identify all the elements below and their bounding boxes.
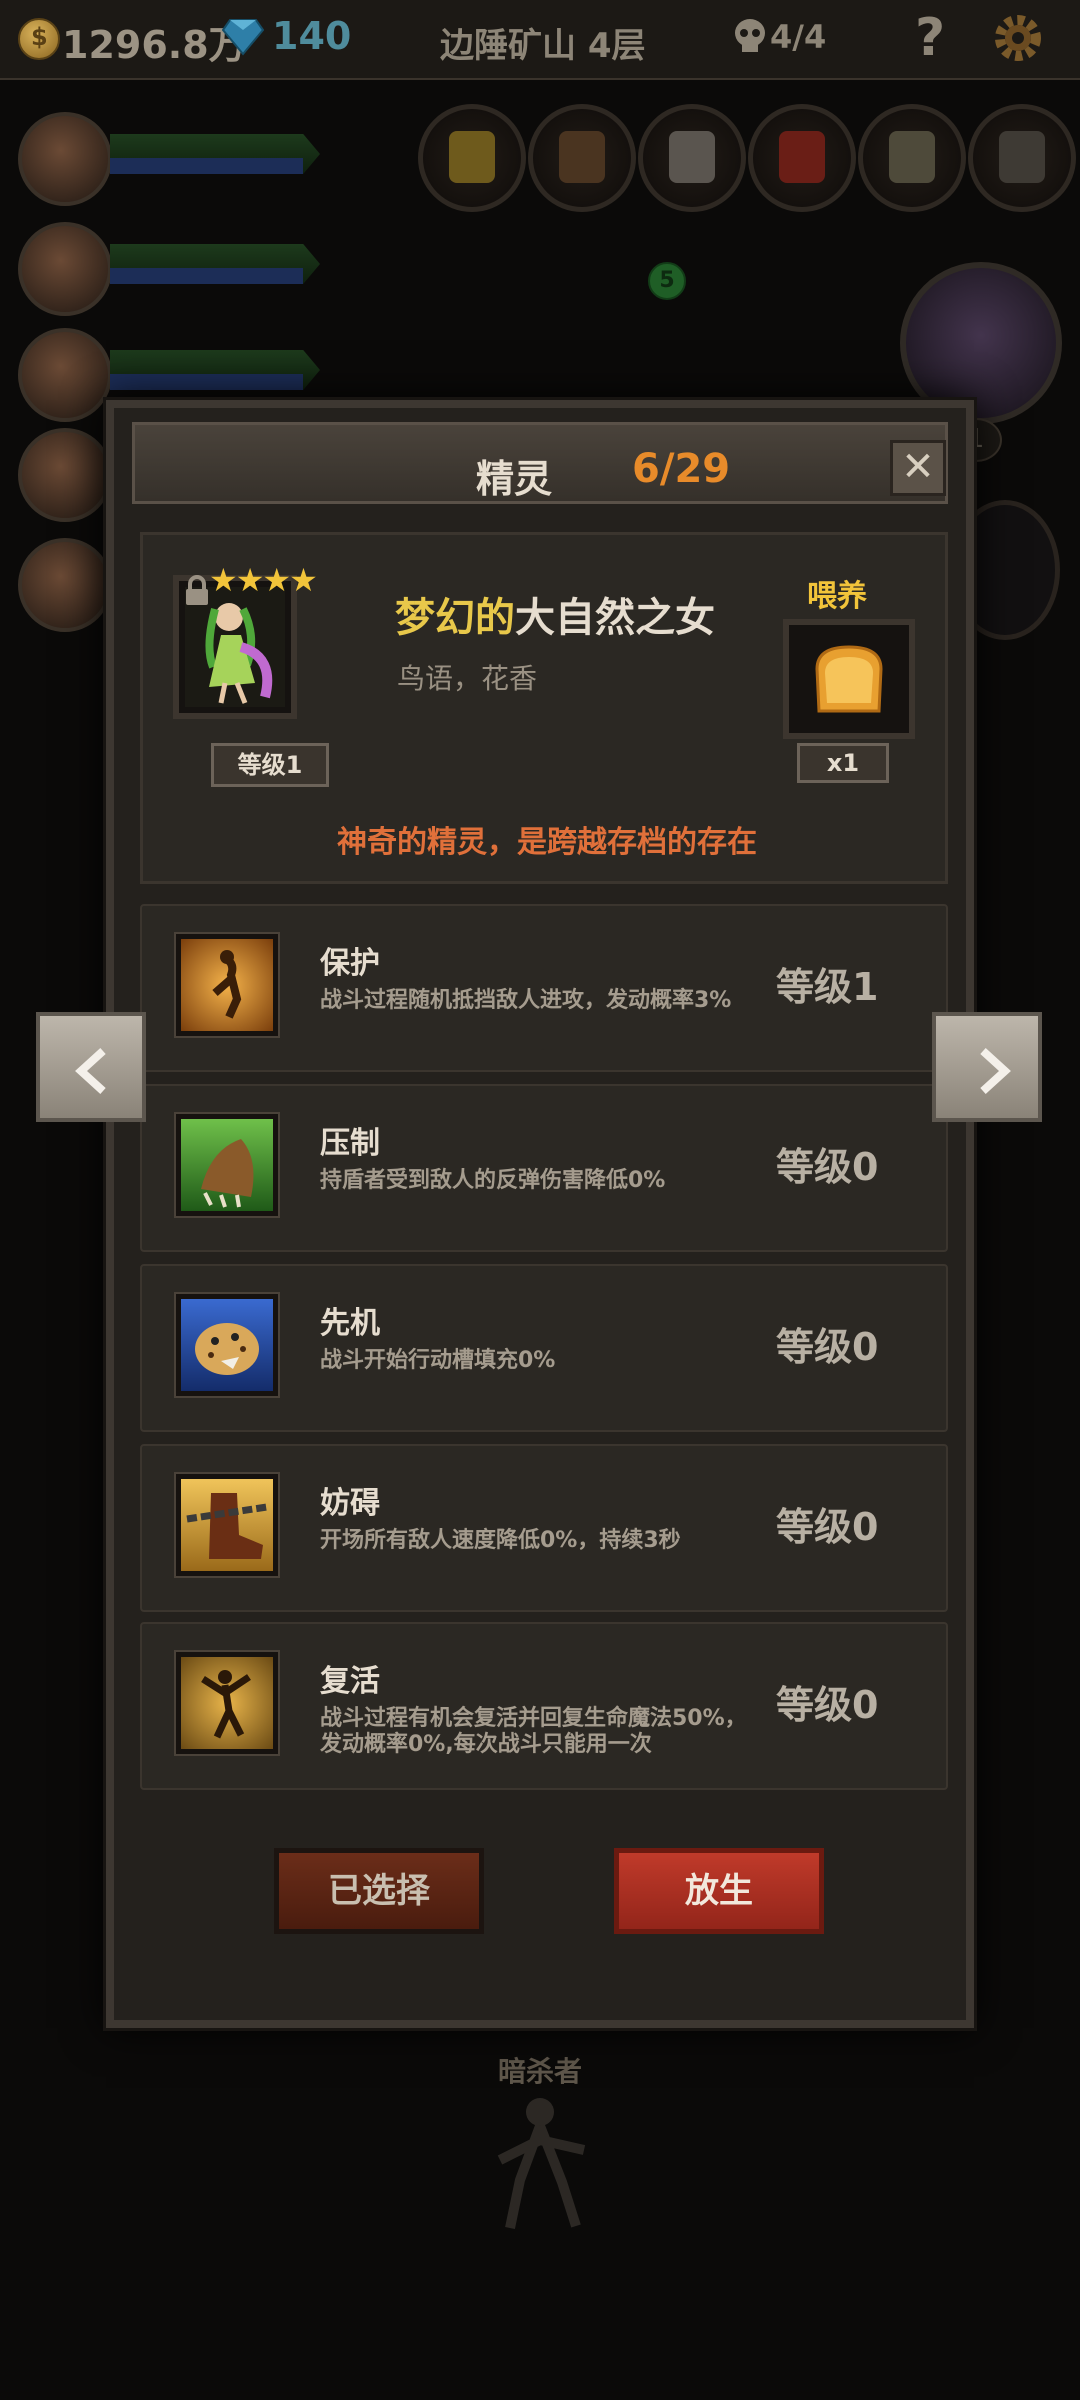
skill-name: 妨碍	[320, 1486, 380, 1521]
enemy-name: 暗杀者	[497, 2055, 582, 2088]
skill-level: 等级1	[776, 965, 879, 1009]
hero-portrait	[18, 112, 112, 206]
skill-description: 持盾者受到敌人的反弹伤害降低0%	[320, 1168, 666, 1193]
wave-counter: 4/4	[770, 18, 827, 56]
item-slot-bell[interactable]	[968, 104, 1076, 212]
spirit-rarity-stars: ★★★★	[209, 561, 318, 599]
item-slot-horse[interactable]	[638, 104, 746, 212]
skill-level: 等级0	[776, 1145, 879, 1189]
item-slot-flute[interactable]	[858, 104, 966, 212]
beast-claw-icon	[174, 1112, 280, 1218]
skill-level: 等级0	[776, 1325, 879, 1369]
skill-level: 等级0	[776, 1505, 879, 1549]
spirit-dialog: 精灵 6/29 ✕ ★★★★ 等级1 梦幻的大自然之女 鸟语，花香 喂养 x1 …	[106, 400, 974, 2028]
spirit-info-card: ★★★★ 等级1 梦幻的大自然之女 鸟语，花香 喂养 x1 神奇的精灵，是跨越存…	[140, 532, 948, 884]
hero-slot[interactable]	[18, 112, 338, 206]
skill-level: 等级0	[776, 1683, 879, 1727]
skill-description: 战斗过程随机抵挡敌人进攻，发动概率3%	[320, 988, 732, 1013]
bread-icon	[815, 645, 883, 713]
skill-name: 先机	[320, 1306, 380, 1341]
skill-name: 复活	[320, 1664, 380, 1699]
close-button[interactable]: ✕	[890, 440, 946, 496]
hero-portrait	[18, 222, 112, 316]
hero-health-bar	[110, 244, 320, 284]
spirit-count: 6/29	[632, 446, 731, 492]
gold-amount: 1296.8万	[62, 23, 247, 67]
gem-amount: 140	[272, 14, 352, 58]
hero-portrait	[18, 538, 112, 632]
chained-boot-icon	[174, 1472, 280, 1578]
skill-row[interactable]: 妨碍 开场所有敌人速度降低0%，持续3秒 等级0	[140, 1444, 948, 1612]
lock-icon[interactable]	[183, 575, 211, 607]
shield-dancer-icon	[174, 932, 280, 1038]
skill-row[interactable]: 压制 持盾者受到敌人的反弹伤害降低0% 等级0	[140, 1084, 948, 1252]
skill-description: 战斗开始行动槽填充0%	[320, 1348, 556, 1373]
spirit-name-prefix: 梦幻的	[395, 595, 515, 641]
item-slot-pepper[interactable]	[748, 104, 856, 212]
hero-health-bar	[110, 350, 320, 390]
skill-row[interactable]: 复活 战斗过程有机会复活并回复生命魔法50%，发动概率0%,每次战斗只能用一次 …	[140, 1622, 948, 1790]
skill-row[interactable]: 先机 战斗开始行动槽填充0% 等级0	[140, 1264, 948, 1432]
spirit-level-badge: 等级1	[211, 743, 329, 787]
spirit-name: 梦幻的大自然之女	[395, 585, 715, 643]
dialog-title: 精灵	[476, 457, 553, 501]
status-marker: 5	[648, 262, 686, 300]
help-button[interactable]: ?	[915, 8, 945, 68]
chevron-left-icon	[75, 1048, 106, 1094]
hero-portrait	[18, 428, 112, 522]
revive-dancer-icon	[174, 1650, 280, 1756]
hero-health-bar	[110, 134, 320, 174]
gear-icon[interactable]	[990, 10, 1046, 66]
hero-slot[interactable]	[18, 222, 338, 316]
spirit-flavor-text: 神奇的精灵，是跨越存档的存在	[337, 825, 757, 860]
skull-icon	[735, 19, 765, 52]
skill-description: 开场所有敌人速度降低0%，持续3秒	[320, 1528, 681, 1553]
feed-button[interactable]	[783, 619, 915, 739]
release-button[interactable]: 放生	[614, 1848, 824, 1934]
food-count: x1	[797, 743, 889, 783]
skill-description: 战斗过程有机会复活并回复生命魔法50%，发动概率0%,每次战斗只能用一次	[320, 1706, 747, 1757]
spirit-name-main: 大自然之女	[515, 595, 715, 641]
location-title: 边陲矿山 4层	[440, 26, 646, 66]
skill-row[interactable]: 保护 战斗过程随机抵挡敌人进攻，发动概率3% 等级1	[140, 904, 948, 1072]
hero-portrait	[18, 328, 112, 422]
chevron-right-icon	[980, 1048, 1011, 1094]
feed-label: 喂养	[807, 579, 867, 614]
leopard-icon	[174, 1292, 280, 1398]
prev-spirit-button[interactable]	[36, 1012, 146, 1122]
top-bar: 1296.8万 140 边陲矿山 4层 4/4 ?	[0, 0, 1080, 80]
skill-name: 保护	[320, 946, 380, 981]
diamond-icon	[222, 19, 264, 56]
item-slot-feather[interactable]	[418, 104, 526, 212]
gold-coin-icon	[18, 18, 60, 60]
item-slot-pouch[interactable]	[528, 104, 636, 212]
spirit-subtitle: 鸟语，花香	[397, 662, 538, 695]
skill-name: 压制	[320, 1126, 380, 1161]
next-spirit-button[interactable]	[932, 1012, 1042, 1122]
assassin-figure-icon	[497, 2098, 586, 2230]
selected-button[interactable]: 已选择	[274, 1848, 484, 1934]
